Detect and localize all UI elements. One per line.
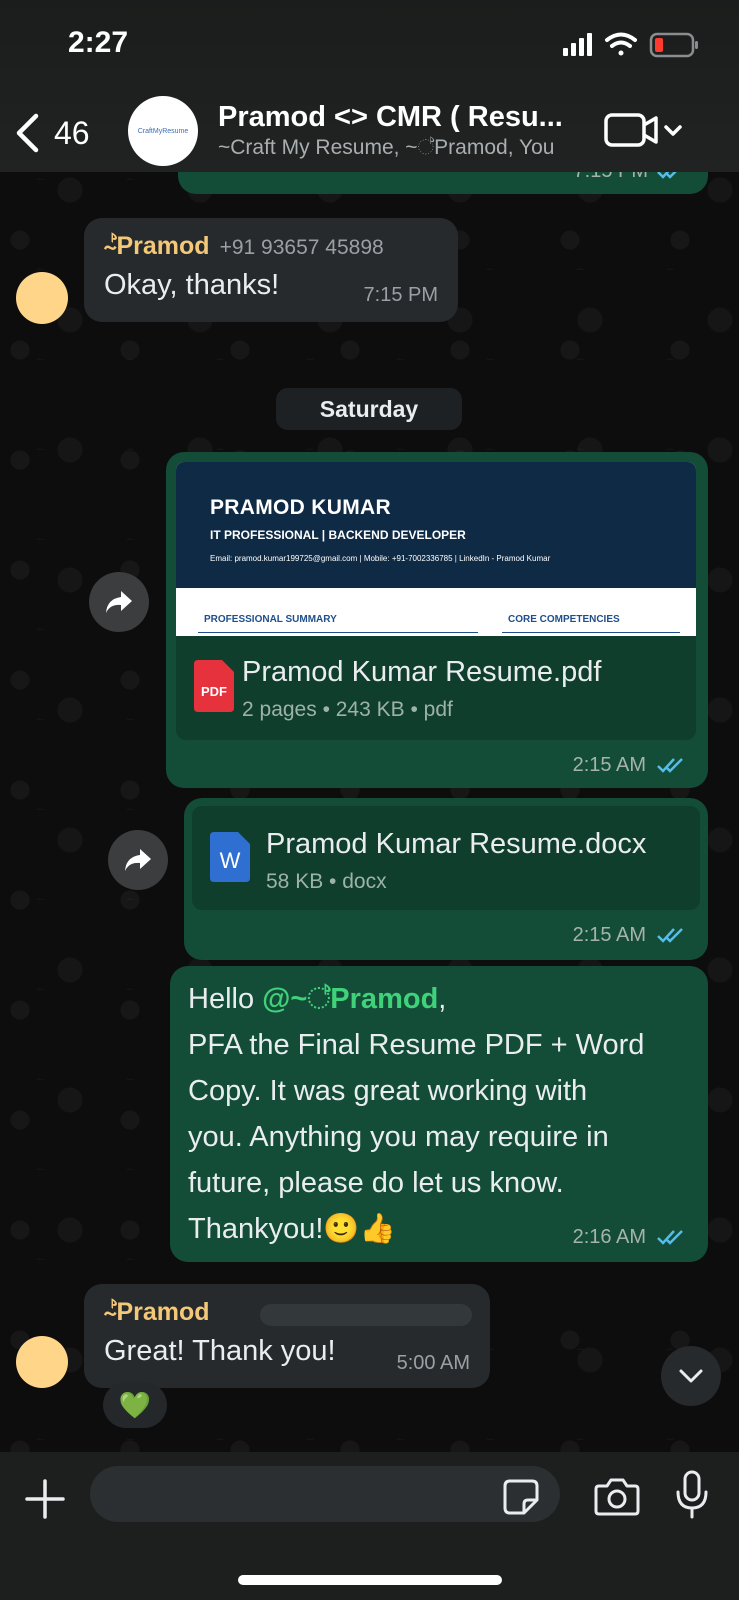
message-line: future, please do let us know. bbox=[188, 1167, 564, 1199]
message-line: Copy. It was great working with bbox=[188, 1075, 588, 1107]
home-indicator bbox=[238, 1575, 502, 1585]
read-receipt-icon bbox=[657, 758, 683, 773]
battery-icon bbox=[649, 32, 698, 58]
file-name: Pramod Kumar Resume.docx bbox=[266, 828, 647, 860]
preview-divider bbox=[198, 632, 478, 633]
sender-phone: +91 93657 45898 bbox=[219, 236, 384, 259]
message-bubble-incoming[interactable]: ~්Pramod +91 93657 45898 Okay, thanks! 7:… bbox=[84, 218, 458, 322]
microphone-icon bbox=[676, 1470, 708, 1519]
signal-icon bbox=[563, 33, 592, 56]
chevron-down-icon bbox=[664, 125, 682, 136]
sticker-icon bbox=[503, 1479, 539, 1515]
pdf-icon-label: PDF bbox=[201, 684, 227, 699]
file-meta: 2 pages • 243 KB • pdf bbox=[242, 698, 453, 721]
word-file-icon: W bbox=[210, 832, 250, 882]
message-reaction[interactable]: 💚 bbox=[103, 1382, 167, 1428]
scroll-to-bottom-button[interactable] bbox=[661, 1346, 721, 1406]
chat-participants[interactable]: ~Craft My Resume, ~්Pramod, You bbox=[218, 136, 588, 160]
forward-button[interactable] bbox=[89, 572, 149, 632]
document-preview-header: PRAMOD KUMAR IT PROFESSIONAL | BACKEND D… bbox=[176, 462, 696, 588]
file-attachment[interactable]: PDF Pramod Kumar Resume.pdf 2 pages • 24… bbox=[176, 636, 696, 740]
message-time: 2:15 AM bbox=[572, 924, 646, 946]
date-separator: Saturday bbox=[276, 388, 462, 430]
file-name: Pramod Kumar Resume.pdf bbox=[242, 656, 602, 688]
sender-avatar[interactable] bbox=[16, 1336, 68, 1388]
preview-section-title: CORE COMPETENCIES bbox=[508, 614, 620, 625]
sender-name[interactable]: ~්Pramod bbox=[104, 1298, 210, 1326]
preview-name: PRAMOD KUMAR bbox=[210, 496, 391, 519]
camera-button[interactable] bbox=[594, 1474, 640, 1518]
greeting-text: Hello bbox=[188, 983, 263, 1015]
message-time: 2:16 AM bbox=[572, 1226, 646, 1248]
back-button[interactable]: 46 bbox=[14, 108, 104, 158]
group-avatar[interactable]: CraftMyResume bbox=[128, 96, 198, 166]
message-bubble-outgoing[interactable]: Hello @~්Pramod, PFA the Final Resume PD… bbox=[170, 966, 708, 1262]
chevron-left-icon bbox=[16, 113, 39, 153]
chat-title[interactable]: Pramod <> CMR ( Resu... bbox=[218, 101, 588, 134]
video-camera-icon bbox=[604, 113, 682, 147]
message-line: you. Anything you may require in bbox=[188, 1121, 609, 1153]
wifi-icon bbox=[605, 32, 637, 56]
message-bubble-outgoing[interactable]: PRAMOD KUMAR IT PROFESSIONAL | BACKEND D… bbox=[166, 452, 708, 788]
chat-header: 2:27 46 CraftMyResume Pramod <> CMR ( Re… bbox=[0, 0, 739, 172]
sender-avatar[interactable] bbox=[16, 272, 68, 324]
camera-icon bbox=[594, 1478, 640, 1516]
word-icon-label: W bbox=[220, 848, 241, 873]
forward-arrow-icon bbox=[125, 849, 151, 871]
group-avatar-logo: CraftMyResume bbox=[137, 127, 189, 135]
forward-arrow-icon bbox=[106, 591, 132, 613]
microphone-button[interactable] bbox=[674, 1470, 710, 1520]
message-line: Hello @~්Pramod, bbox=[188, 976, 698, 1022]
attach-button[interactable] bbox=[22, 1476, 68, 1522]
message-bubble-incoming[interactable]: ~්Pramod Great! Thank you! 5:00 AM bbox=[84, 1284, 490, 1388]
message-time: 2:15 AM bbox=[572, 754, 646, 776]
reaction-emoji: 💚 bbox=[118, 1389, 152, 1420]
message-text: Okay, thanks! bbox=[104, 269, 280, 301]
message-time: 5:00 AM bbox=[396, 1352, 470, 1374]
message-input[interactable] bbox=[90, 1466, 560, 1522]
read-receipt-icon bbox=[657, 1230, 683, 1245]
chevron-down-icon bbox=[679, 1369, 703, 1383]
pdf-file-icon: PDF bbox=[194, 660, 234, 712]
forward-button[interactable] bbox=[108, 830, 168, 890]
message-text: Great! Thank you! bbox=[104, 1335, 336, 1367]
redacted-phone bbox=[260, 1304, 472, 1326]
plus-icon bbox=[25, 1479, 65, 1519]
file-attachment[interactable]: W Pramod Kumar Resume.docx 58 KB • docx bbox=[192, 806, 700, 910]
file-meta: 58 KB • docx bbox=[266, 870, 387, 893]
document-preview[interactable]: PRAMOD KUMAR IT PROFESSIONAL | BACKEND D… bbox=[176, 462, 696, 636]
status-icons bbox=[563, 32, 698, 58]
message-time: 7:15 PM bbox=[363, 284, 438, 306]
unread-count: 46 bbox=[54, 114, 90, 151]
message-line: PFA the Final Resume PDF + Word bbox=[188, 1029, 645, 1061]
preview-divider bbox=[502, 632, 680, 633]
read-receipt-icon bbox=[657, 928, 683, 943]
status-time: 2:27 bbox=[68, 26, 129, 59]
sender-name[interactable]: ~්Pramod bbox=[104, 232, 210, 260]
sticker-button[interactable] bbox=[502, 1478, 540, 1516]
video-call-button[interactable] bbox=[604, 110, 688, 152]
preview-section-title: PROFESSIONAL SUMMARY bbox=[204, 614, 337, 625]
message-bubble-outgoing[interactable]: W Pramod Kumar Resume.docx 58 KB • docx … bbox=[184, 798, 708, 960]
preview-role: IT PROFESSIONAL | BACKEND DEVELOPER bbox=[210, 528, 466, 542]
greeting-comma: , bbox=[438, 983, 447, 1015]
preview-contact: Email: pramod.kumar199725@gmail.com | Mo… bbox=[210, 554, 551, 563]
mention-link[interactable]: @~්Pramod bbox=[262, 983, 438, 1015]
message-composer bbox=[0, 1452, 739, 1600]
